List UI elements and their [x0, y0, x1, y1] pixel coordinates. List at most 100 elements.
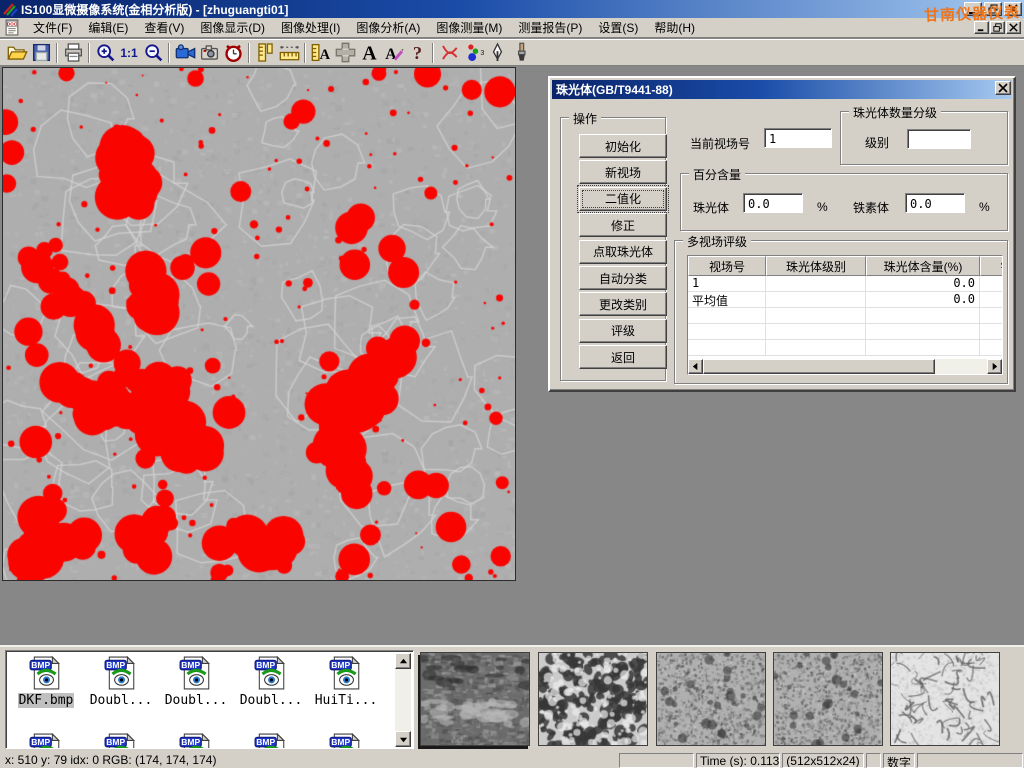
- scrollbar-thumb[interactable]: [703, 359, 935, 374]
- text-a-button[interactable]: A: [357, 41, 381, 65]
- actual-size-button[interactable]: 1:1: [117, 41, 141, 65]
- thumb-banded-dark[interactable]: [420, 652, 530, 746]
- menu-item-8[interactable]: 设置(S): [590, 18, 646, 38]
- op-button-2[interactable]: 二值化: [579, 187, 667, 211]
- video-camera-button[interactable]: [173, 41, 197, 65]
- measure-text-icon: A: [311, 42, 332, 63]
- file-item[interactable]: BMPDoubl...: [235, 656, 307, 708]
- menu-item-4[interactable]: 图像处理(I): [273, 18, 348, 38]
- op-button-3[interactable]: 修正: [579, 213, 667, 237]
- file-item[interactable]: BMPDoubl...: [85, 656, 157, 708]
- op-button-0[interactable]: 初始化: [579, 134, 667, 158]
- pen-tool-button[interactable]: [485, 41, 509, 65]
- open-file-button[interactable]: [5, 41, 29, 65]
- particle-tool-button[interactable]: 3: [461, 41, 485, 65]
- menu-item-2[interactable]: 查看(V): [136, 18, 192, 38]
- file-item[interactable]: BMP: [235, 733, 307, 749]
- window-minimize-button[interactable]: [964, 2, 982, 16]
- scroll-down-button[interactable]: [395, 731, 411, 747]
- bmp-file-icon: BMP: [329, 733, 363, 749]
- file-browser-scrollbar[interactable]: [395, 653, 411, 747]
- document-icon[interactable]: DOC: [4, 19, 21, 36]
- menu-item-1[interactable]: 编辑(E): [80, 18, 136, 38]
- bmp-file-icon: BMP: [104, 733, 138, 749]
- zoom-in-button[interactable]: [93, 41, 117, 65]
- help-button[interactable]: ?: [405, 41, 429, 65]
- file-item[interactable]: BMP: [10, 733, 82, 749]
- dialog-close-button[interactable]: [995, 81, 1011, 95]
- zoom-out-button[interactable]: [141, 41, 165, 65]
- measure-text-button[interactable]: A: [309, 41, 333, 65]
- table-horizontal-scrollbar[interactable]: [688, 359, 1002, 374]
- table-header-1[interactable]: 珠光体级别: [766, 256, 866, 276]
- menu-item-5[interactable]: 图像分析(A): [348, 18, 428, 38]
- grid-cross-icon: [335, 42, 356, 63]
- scroll-right-button[interactable]: [987, 359, 1002, 374]
- thumb-light-flakes[interactable]: [890, 652, 1000, 746]
- grade-input[interactable]: [907, 129, 971, 149]
- svg-text:DOC: DOC: [7, 21, 18, 26]
- op-button-4[interactable]: 点取珠光体: [579, 240, 667, 264]
- file-item[interactable]: BMPDoubl...: [160, 656, 232, 708]
- menu-item-7[interactable]: 测量报告(P): [510, 18, 590, 38]
- scroll-up-button[interactable]: [395, 653, 411, 669]
- op-button-8[interactable]: 返回: [579, 345, 667, 369]
- child-restore-button[interactable]: [990, 21, 1005, 34]
- table-header-3[interactable]: 铁素体含量(%): [980, 256, 1003, 276]
- curve-tool-button[interactable]: [437, 41, 461, 65]
- text-edit-button[interactable]: A: [381, 41, 405, 65]
- current-field-input[interactable]: [764, 128, 832, 148]
- menu-item-3[interactable]: 图像显示(D): [192, 18, 273, 38]
- file-item[interactable]: BMP: [85, 733, 157, 749]
- thumb-coarse[interactable]: [538, 652, 648, 746]
- timer-button[interactable]: [221, 41, 245, 65]
- svg-text:A: A: [362, 43, 377, 63]
- op-button-7[interactable]: 评级: [579, 319, 667, 343]
- thumb-fine-1[interactable]: [656, 652, 766, 746]
- pearlite-percent-input[interactable]: [743, 193, 803, 213]
- dialog-title-bar[interactable]: 珠光体(GB/T9441-88): [552, 80, 1012, 99]
- child-close-button[interactable]: [1006, 21, 1021, 34]
- table-row[interactable]: 10.0: [688, 276, 1002, 292]
- table-row[interactable]: [688, 324, 1002, 340]
- table-header-2[interactable]: 珠光体含量(%): [866, 256, 980, 276]
- scroll-left-button[interactable]: [688, 359, 703, 374]
- caliper-button[interactable]: [253, 41, 277, 65]
- ferrite-percent-input[interactable]: [905, 193, 965, 213]
- file-item[interactable]: BMPHuiTi...: [310, 656, 382, 708]
- table-header-0[interactable]: 视场号: [688, 256, 766, 276]
- table-row[interactable]: 平均值0.0: [688, 292, 1002, 308]
- file-item[interactable]: BMPDKF.bmp: [10, 656, 82, 708]
- menu-item-0[interactable]: 文件(F): [25, 18, 80, 38]
- table-row[interactable]: [688, 340, 1002, 356]
- metallographic-image[interactable]: [2, 67, 516, 581]
- bmp-file-icon: BMP: [254, 733, 288, 749]
- caliper-icon: [255, 42, 276, 63]
- child-minimize-button[interactable]: [974, 21, 989, 34]
- menu-item-6[interactable]: 图像测量(M): [428, 18, 510, 38]
- op-button-1[interactable]: 新视场: [579, 160, 667, 184]
- bmp-file-icon: BMP: [329, 656, 363, 690]
- save-file-button[interactable]: [29, 41, 53, 65]
- status-time: Time (s): 0.113: [696, 753, 780, 768]
- photo-camera-button[interactable]: [197, 41, 221, 65]
- table-cell: [766, 340, 866, 356]
- svg-text:A: A: [385, 46, 397, 63]
- file-item[interactable]: BMP: [160, 733, 232, 749]
- window-close-button[interactable]: [1004, 2, 1022, 16]
- ruler-icon: [279, 42, 300, 63]
- print-button[interactable]: [61, 41, 85, 65]
- table-cell: [766, 292, 866, 308]
- thumb-fine-2[interactable]: [773, 652, 883, 746]
- grid-cross-button[interactable]: [333, 41, 357, 65]
- op-button-5[interactable]: 自动分类: [579, 266, 667, 290]
- brush-tool-button[interactable]: [509, 41, 533, 65]
- op-button-6[interactable]: 更改类别: [579, 292, 667, 316]
- menu-item-9[interactable]: 帮助(H): [646, 18, 703, 38]
- window-restore-button[interactable]: [984, 2, 1002, 16]
- status-bar: x: 510 y: 79 idx: 0 RGB: (174, 174, 174)…: [0, 752, 1024, 768]
- table-row[interactable]: [688, 308, 1002, 324]
- file-item[interactable]: BMP: [310, 733, 382, 749]
- status-pane-empty-2: [866, 753, 881, 768]
- ruler-button[interactable]: [277, 41, 301, 65]
